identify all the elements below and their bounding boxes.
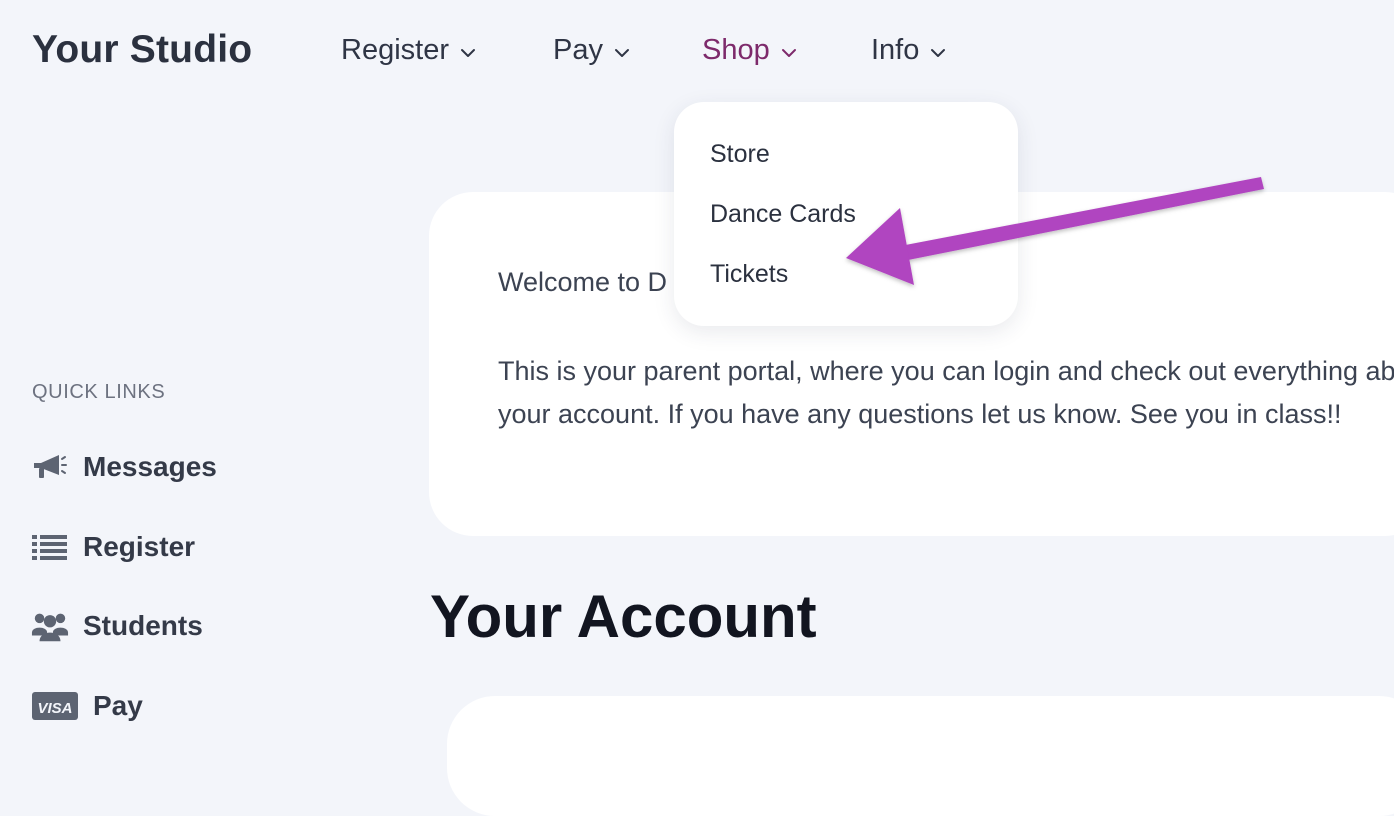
sidebar-item-register[interactable]: Register: [31, 530, 195, 564]
sidebar: [0, 110, 340, 772]
sidebar-item-label: Students: [83, 610, 203, 641]
nav-info[interactable]: Info: [871, 34, 947, 67]
visa-card-icon: VISA: [31, 689, 79, 723]
sidebar-item-messages[interactable]: Messages: [31, 450, 217, 484]
nav-register-label: Register: [341, 34, 449, 66]
brand-logo[interactable]: Your Studio: [32, 28, 252, 72]
dropdown-item-dance-cards[interactable]: Dance Cards: [710, 200, 856, 229]
svg-text:VISA: VISA: [37, 700, 72, 717]
sidebar-item-label: Pay: [93, 690, 143, 721]
sidebar-item-label: Register: [83, 531, 196, 562]
nav-shop-label: Shop: [702, 34, 770, 66]
chevron-down-icon: [780, 44, 798, 62]
account-heading: Your Account: [430, 583, 817, 650]
account-card: [447, 696, 1394, 816]
shop-dropdown-menu: Store Dance Cards Tickets: [674, 102, 1018, 326]
users-icon: [31, 609, 69, 643]
quick-links-heading: QUICK LINKS: [32, 381, 166, 403]
welcome-body: This is your parent portal, where you ca…: [498, 356, 1394, 429]
list-icon: [31, 530, 69, 564]
sidebar-item-pay[interactable]: VISA Pay: [31, 689, 143, 723]
chevron-down-icon: [613, 44, 631, 62]
nav-shop[interactable]: Shop: [702, 34, 798, 67]
chevron-down-icon: [929, 44, 947, 62]
dropdown-item-tickets[interactable]: Tickets: [710, 260, 788, 289]
welcome-title: Welcome to D: [498, 267, 668, 297]
nav-info-label: Info: [871, 34, 920, 66]
megaphone-icon: [31, 450, 69, 484]
nav-pay[interactable]: Pay: [553, 34, 631, 67]
dropdown-item-store[interactable]: Store: [710, 140, 770, 169]
nav-register[interactable]: Register: [341, 34, 477, 67]
sidebar-item-label: Messages: [83, 451, 217, 482]
chevron-down-icon: [459, 44, 477, 62]
sidebar-item-students[interactable]: Students: [31, 609, 203, 643]
nav-pay-label: Pay: [553, 34, 603, 66]
